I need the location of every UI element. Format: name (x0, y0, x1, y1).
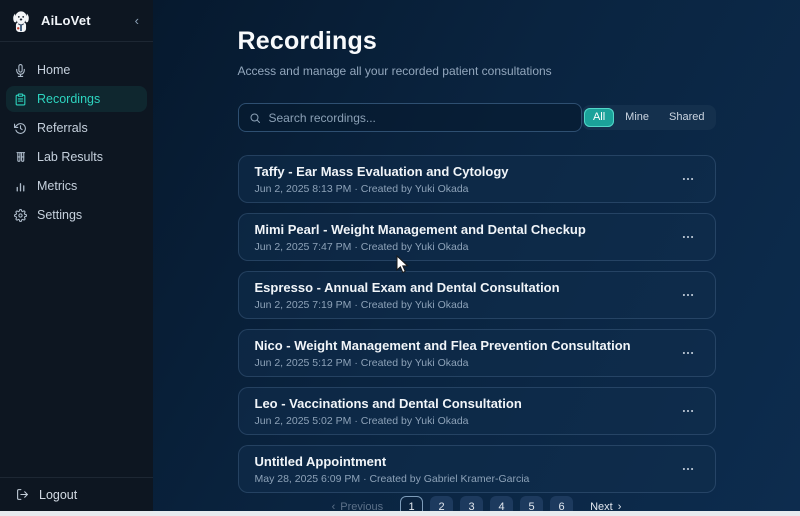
recording-card[interactable]: Untitled Appointment May 28, 2025 6:09 P… (238, 445, 716, 493)
page-button-2[interactable]: 2 (430, 496, 453, 511)
recording-card[interactable]: Taffy - Ear Mass Evaluation and Cytology… (238, 155, 716, 203)
main-content: Recordings Access and manage all your re… (153, 0, 800, 511)
window-bottom-edge (0, 511, 800, 516)
recording-title: Untitled Appointment (255, 454, 530, 469)
test-tubes-icon (14, 151, 27, 164)
sidebar-item-label: Metrics (37, 179, 77, 193)
recording-card[interactable]: Espresso - Annual Exam and Dental Consul… (238, 271, 716, 319)
page-title: Recordings (238, 27, 716, 56)
search-icon (249, 112, 261, 124)
previous-page-button[interactable]: ‹Previous (328, 499, 387, 512)
ellipsis-menu-button[interactable] (677, 284, 699, 306)
search-input[interactable] (269, 111, 571, 125)
recording-title: Taffy - Ear Mass Evaluation and Cytology (255, 164, 509, 179)
sidebar: AiLoVet ‹ Home Recordings Referrals Lab … (0, 0, 153, 511)
bar-chart-icon (14, 180, 27, 193)
ellipsis-menu-button[interactable] (677, 400, 699, 422)
chevron-left-icon: ‹ (332, 501, 336, 512)
sidebar-item-label: Lab Results (37, 150, 103, 164)
recording-title: Mimi Pearl - Weight Management and Denta… (255, 222, 586, 237)
recording-card[interactable]: Leo - Vaccinations and Dental Consultati… (238, 387, 716, 435)
recordings-list: Taffy - Ear Mass Evaluation and Cytology… (238, 155, 716, 493)
sidebar-header: AiLoVet ‹ (0, 0, 153, 42)
sidebar-item-referrals[interactable]: Referrals (6, 115, 147, 141)
recording-meta: Jun 2, 2025 7:19 PM · Created by Yuki Ok… (255, 299, 560, 311)
page-button-3[interactable]: 3 (460, 496, 483, 511)
ailovet-dog-logo-icon (10, 8, 32, 34)
recording-meta: May 28, 2025 6:09 PM · Created by Gabrie… (255, 473, 530, 485)
logout-label: Logout (39, 488, 77, 502)
sidebar-item-home[interactable]: Home (6, 57, 147, 83)
filter-segmented-control: All Mine Shared (582, 105, 716, 130)
sidebar-item-label: Recordings (37, 92, 100, 106)
sidebar-item-label: Settings (37, 208, 82, 222)
sidebar-item-label: Home (37, 63, 70, 77)
ellipsis-menu-button[interactable] (677, 168, 699, 190)
sidebar-item-metrics[interactable]: Metrics (6, 173, 147, 199)
sidebar-item-settings[interactable]: Settings (6, 202, 147, 228)
sidebar-item-lab-results[interactable]: Lab Results (6, 144, 147, 170)
ellipsis-icon (681, 172, 695, 186)
search-box[interactable] (238, 103, 582, 132)
ellipsis-icon (681, 404, 695, 418)
ellipsis-icon (681, 288, 695, 302)
next-page-button[interactable]: Next› (586, 499, 625, 512)
clipboard-icon (14, 93, 27, 106)
logout-button[interactable]: Logout (0, 477, 153, 511)
pagination: ‹Previous 1 2 3 4 5 6 Next› (238, 496, 716, 511)
ellipsis-menu-button[interactable] (677, 458, 699, 480)
sidebar-nav: Home Recordings Referrals Lab Results Me… (0, 42, 153, 228)
gear-icon (14, 209, 27, 222)
recording-card[interactable]: Mimi Pearl - Weight Management and Denta… (238, 213, 716, 261)
sidebar-item-label: Referrals (37, 121, 88, 135)
page-button-1[interactable]: 1 (400, 496, 423, 511)
ellipsis-icon (681, 462, 695, 476)
ellipsis-icon (681, 346, 695, 360)
recording-meta: Jun 2, 2025 5:02 PM · Created by Yuki Ok… (255, 415, 522, 427)
page-subtitle: Access and manage all your recorded pati… (238, 64, 716, 78)
history-icon (14, 122, 27, 135)
ellipsis-menu-button[interactable] (677, 342, 699, 364)
page-button-5[interactable]: 5 (520, 496, 543, 511)
recording-title: Leo - Vaccinations and Dental Consultati… (255, 396, 522, 411)
ellipsis-menu-button[interactable] (677, 226, 699, 248)
recording-title: Nico - Weight Management and Flea Preven… (255, 338, 631, 353)
page-button-4[interactable]: 4 (490, 496, 513, 511)
app-title: AiLoVet (41, 13, 91, 28)
page-button-6[interactable]: 6 (550, 496, 573, 511)
app-window: AiLoVet ‹ Home Recordings Referrals Lab … (0, 0, 800, 511)
recording-meta: Jun 2, 2025 7:47 PM · Created by Yuki Ok… (255, 241, 586, 253)
filter-all-button[interactable]: All (584, 108, 614, 127)
ellipsis-icon (681, 230, 695, 244)
recording-card[interactable]: Nico - Weight Management and Flea Preven… (238, 329, 716, 377)
filter-shared-button[interactable]: Shared (660, 108, 713, 127)
filter-mine-button[interactable]: Mine (616, 108, 658, 127)
toolbar: All Mine Shared (238, 103, 716, 132)
chevron-right-icon: › (618, 501, 622, 512)
recording-title: Espresso - Annual Exam and Dental Consul… (255, 280, 560, 295)
sidebar-item-recordings[interactable]: Recordings (6, 86, 147, 112)
recording-meta: Jun 2, 2025 5:12 PM · Created by Yuki Ok… (255, 357, 631, 369)
sidebar-collapse-button[interactable]: ‹ (131, 11, 143, 30)
recording-meta: Jun 2, 2025 8:13 PM · Created by Yuki Ok… (255, 183, 509, 195)
logout-icon (16, 488, 29, 501)
microphone-icon (14, 64, 27, 77)
